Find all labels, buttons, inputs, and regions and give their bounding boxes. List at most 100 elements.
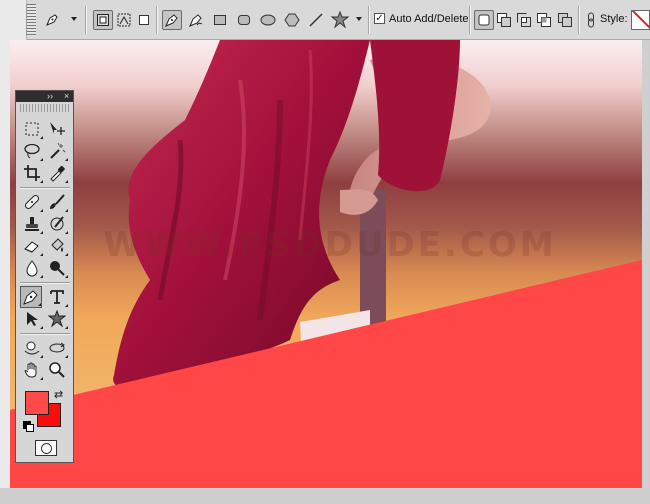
tools-panel-titlebar[interactable]: ›› × — [16, 91, 73, 102]
hand-tool[interactable] — [21, 359, 43, 381]
dodge-icon — [50, 261, 65, 276]
rectangle-tool-button[interactable] — [210, 10, 230, 30]
fill-pixels-mode-button[interactable] — [134, 10, 154, 30]
path-selection-tool[interactable] — [21, 308, 43, 330]
zoom-tool[interactable] — [46, 359, 68, 381]
healing-brush-tool[interactable] — [21, 191, 43, 213]
brush-icon — [50, 194, 65, 209]
foreground-color-swatch[interactable] — [25, 391, 49, 415]
custom-shape-icon — [48, 310, 66, 328]
canvas-gutter-left — [0, 40, 10, 504]
shape-layers-icon — [97, 14, 109, 26]
combine-button[interactable] — [555, 10, 575, 30]
eraser-icon — [24, 241, 39, 253]
tools-panel: ›› × ⇄ — [15, 90, 74, 463]
freeform-pen-icon — [189, 14, 203, 27]
type-icon — [50, 290, 64, 304]
options-bar: ✓ Auto Add/Delete Style: — [0, 0, 650, 40]
subtract-from-shape-area-button[interactable] — [494, 10, 514, 30]
separator — [578, 6, 580, 34]
brush-tool[interactable] — [46, 191, 68, 213]
chevron-down-icon[interactable] — [356, 17, 362, 21]
eraser-tool[interactable] — [21, 235, 43, 257]
history-brush-tool[interactable] — [46, 213, 68, 235]
quick-mask-button[interactable] — [35, 440, 57, 456]
clone-stamp-tool[interactable] — [21, 213, 43, 235]
options-bar-grip[interactable] — [26, 4, 36, 36]
watermark-text: WWW.PSDDUDE.COM — [103, 225, 557, 265]
custom-shape-icon — [331, 11, 349, 29]
collapse-panel-button[interactable]: ›› — [47, 91, 53, 102]
pen-tool-button[interactable] — [162, 10, 182, 30]
exclude-overlapping-button[interactable] — [534, 10, 554, 30]
red-diagonal-shape — [10, 260, 642, 488]
tool-preset-picker[interactable] — [42, 10, 62, 30]
link-button[interactable] — [581, 10, 601, 30]
marquee-icon — [25, 122, 39, 136]
line-tool-button[interactable] — [306, 10, 326, 30]
3d-rotate-icon — [24, 341, 40, 355]
3d-rotate-tool[interactable] — [21, 337, 43, 359]
separator — [469, 6, 471, 34]
default-colors-icon[interactable] — [23, 421, 34, 432]
paths-icon — [117, 13, 131, 27]
stamp-icon — [25, 217, 39, 231]
pen-icon — [46, 14, 58, 26]
separator — [85, 6, 87, 34]
pen-icon — [165, 14, 178, 27]
eyedropper-tool[interactable] — [46, 162, 68, 184]
crop-icon — [24, 165, 40, 181]
pen-tool[interactable] — [20, 286, 42, 308]
blur-tool[interactable] — [21, 257, 43, 279]
arrow-pointer-icon — [27, 312, 38, 326]
move-icon — [50, 122, 65, 135]
paths-mode-button[interactable] — [114, 10, 134, 30]
blur-icon — [26, 260, 38, 277]
combine-icon — [558, 13, 572, 27]
fill-pixels-icon — [139, 15, 149, 25]
line-icon — [309, 13, 323, 27]
magnifier-icon — [49, 362, 65, 378]
tools-panel-grip[interactable] — [20, 104, 69, 112]
dodge-tool[interactable] — [46, 257, 68, 279]
add-to-shape-area-icon — [478, 14, 490, 26]
chevron-down-icon[interactable] — [71, 17, 77, 21]
rounded-rectangle-tool-button[interactable] — [234, 10, 254, 30]
tools-separator — [20, 333, 70, 335]
type-tool[interactable] — [46, 286, 68, 308]
polygon-tool-button[interactable] — [282, 10, 302, 30]
swap-colors-icon[interactable]: ⇄ — [54, 388, 63, 401]
freeform-pen-tool-button[interactable] — [186, 10, 206, 30]
canvas-gutter-bottom — [0, 488, 650, 504]
exclude-icon — [537, 13, 551, 27]
custom-shape-tool-button[interactable] — [330, 10, 350, 30]
intersect-shape-areas-button[interactable] — [514, 10, 534, 30]
magic-wand-tool[interactable] — [46, 140, 68, 162]
ellipse-icon — [260, 14, 276, 26]
magic-wand-icon — [50, 142, 66, 159]
3d-orbit-icon — [49, 342, 65, 353]
crop-tool[interactable] — [21, 162, 43, 184]
separator — [156, 6, 158, 34]
3d-orbit-tool[interactable] — [46, 337, 68, 359]
link-icon — [588, 12, 594, 28]
style-picker[interactable] — [631, 10, 650, 30]
lasso-tool[interactable] — [21, 140, 43, 162]
lasso-icon — [24, 143, 40, 159]
add-to-shape-area-button[interactable] — [474, 10, 494, 30]
custom-shape-tool[interactable] — [46, 308, 68, 330]
move-tool[interactable] — [46, 118, 68, 140]
hand-icon — [24, 362, 37, 378]
paint-bucket-icon — [51, 238, 64, 252]
shape-layers-mode-button[interactable] — [93, 10, 113, 30]
close-panel-button[interactable]: × — [64, 91, 69, 102]
marquee-tool[interactable] — [21, 118, 43, 140]
ellipse-tool-button[interactable] — [258, 10, 278, 30]
paint-bucket-tool[interactable] — [46, 235, 68, 257]
history-brush-icon — [50, 216, 64, 231]
rounded-rectangle-icon — [238, 15, 250, 25]
document-canvas[interactable]: WWW.PSDDUDE.COM — [10, 40, 642, 488]
tools-separator — [20, 282, 70, 284]
bandage-icon — [24, 194, 40, 210]
auto-add-delete-checkbox[interactable]: ✓ — [374, 13, 385, 24]
